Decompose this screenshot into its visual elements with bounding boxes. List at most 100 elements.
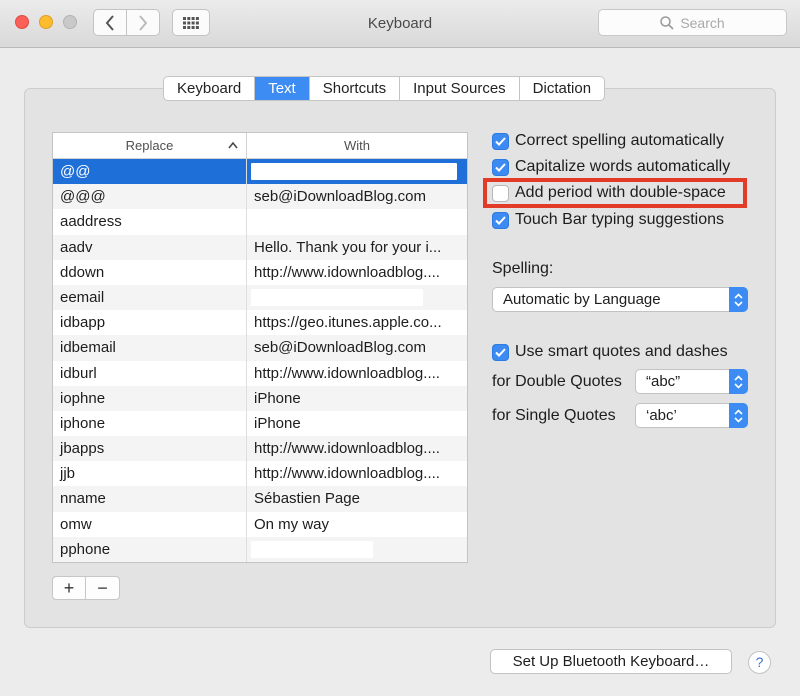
replace-cell: idbapp: [53, 310, 247, 336]
tab-input-sources[interactable]: Input Sources: [400, 77, 520, 100]
replace-cell: aaddress: [53, 209, 247, 235]
with-cell: seb@iDownloadBlog.com: [254, 339, 426, 357]
replace-cell: idbemail: [53, 335, 247, 361]
with-cell: [247, 285, 467, 310]
capitalize-checkbox[interactable]: [492, 158, 509, 176]
table-row[interactable]: aaddress: [53, 209, 467, 235]
title-bar: Keyboard Search: [0, 0, 800, 48]
table-row[interactable]: idbemail seb@iDownloadBlog.com: [53, 335, 467, 361]
spelling-popup-value: Automatic by Language: [503, 291, 661, 308]
with-cell: [247, 209, 467, 234]
single-quotes-value: ‘abc’: [646, 407, 677, 424]
replace-cell: nname: [53, 486, 247, 512]
setup-bluetooth-keyboard-button[interactable]: Set Up Bluetooth Keyboard…: [490, 649, 732, 674]
table-row[interactable]: ddown http://www.idownloadblog....: [53, 259, 467, 285]
table-row[interactable]: iophne iPhone: [53, 385, 467, 411]
search-field[interactable]: Search: [598, 9, 787, 36]
with-cell: http://www.idownloadblog....: [254, 440, 440, 458]
with-cell: [247, 537, 467, 562]
column-header-replace[interactable]: Replace: [53, 133, 247, 158]
smart-quotes-label: Use smart quotes and dashes: [515, 343, 728, 360]
table-row[interactable]: jjb http://www.idownloadblog....: [53, 461, 467, 487]
with-cell: Hello. Thank you for your i...: [254, 238, 442, 256]
tab-shortcuts[interactable]: Shortcuts: [310, 77, 401, 100]
updown-arrows-icon: [729, 287, 748, 312]
table-row[interactable]: omw On my way: [53, 511, 467, 537]
sort-ascending-icon: [228, 133, 238, 168]
touch-bar-label: Touch Bar typing suggestions: [515, 211, 725, 228]
redacted-block: [251, 288, 423, 306]
with-cell: seb@iDownloadBlog.com: [254, 188, 426, 206]
checkmark-icon: [495, 347, 506, 357]
replace-cell: jbapps: [53, 436, 247, 462]
table-row[interactable]: idburl http://www.idownloadblog....: [53, 360, 467, 386]
replace-cell: eemail: [53, 284, 247, 311]
touch-bar-option[interactable]: Touch Bar typing suggestions: [492, 211, 724, 229]
tab-keyboard[interactable]: Keyboard: [164, 77, 256, 100]
spelling-label: Spelling:: [492, 260, 554, 277]
table-row[interactable]: aadv Hello. Thank you for your i...: [53, 234, 467, 260]
correct-spelling-label: Correct spelling automatically: [515, 132, 724, 149]
double-space-option[interactable]: Add period with double-space: [492, 184, 726, 202]
double-quotes-label: for Double Quotes: [492, 373, 622, 390]
table-row[interactable]: pphone: [53, 536, 467, 562]
search-placeholder: Search: [680, 14, 725, 31]
table-row[interactable]: jbapps http://www.idownloadblog....: [53, 436, 467, 462]
redacted-block: [251, 163, 457, 180]
table-header: Replace With: [53, 133, 467, 159]
table-row[interactable]: nname Sébastien Page: [53, 486, 467, 512]
with-cell: http://www.idownloadblog....: [254, 364, 440, 382]
help-button[interactable]: ?: [748, 651, 771, 674]
table-row[interactable]: idbapp https://geo.itunes.apple.co...: [53, 310, 467, 336]
double-quotes-popup[interactable]: “abc”: [635, 369, 748, 394]
smart-quotes-option[interactable]: Use smart quotes and dashes: [492, 343, 728, 361]
with-cell: https://geo.itunes.apple.co...: [254, 314, 442, 332]
capitalize-option[interactable]: Capitalize words automatically: [492, 158, 730, 176]
smart-quotes-checkbox[interactable]: [492, 343, 509, 361]
double-quotes-value: “abc”: [646, 373, 681, 390]
table-row[interactable]: eemail: [53, 284, 467, 311]
correct-spelling-option[interactable]: Correct spelling automatically: [492, 132, 724, 150]
tab-bar: Keyboard Text Shortcuts Input Sources Di…: [163, 76, 606, 101]
updown-arrows-icon: [729, 403, 748, 428]
checkmark-icon: [495, 215, 506, 225]
table-row[interactable]: iphone iPhone: [53, 410, 467, 437]
updown-arrows-icon: [729, 369, 748, 394]
replace-cell: aadv: [53, 234, 247, 260]
text-replacement-table[interactable]: Replace With @@ @@@ seb@iDownloadBlog.co…: [52, 132, 468, 563]
table-row[interactable]: @@: [53, 159, 467, 185]
double-space-checkbox[interactable]: [492, 184, 509, 202]
checkmark-icon: [495, 162, 506, 172]
with-cell: http://www.idownloadblog....: [254, 263, 440, 281]
add-remove-control: + −: [52, 576, 120, 600]
remove-button[interactable]: −: [86, 577, 119, 599]
column-header-with[interactable]: With: [247, 133, 467, 158]
table-row[interactable]: @@@ seb@iDownloadBlog.com: [53, 184, 467, 210]
column-header-replace-label: Replace: [125, 138, 174, 153]
touch-bar-checkbox[interactable]: [492, 211, 509, 229]
table-body: @@ @@@ seb@iDownloadBlog.com aaddress aa…: [53, 159, 467, 562]
replace-cell: @@: [53, 159, 247, 185]
with-cell: [247, 159, 467, 184]
capitalize-label: Capitalize words automatically: [515, 158, 731, 175]
replace-cell: pphone: [53, 536, 247, 562]
replace-cell: idburl: [53, 360, 247, 386]
double-space-label: Add period with double-space: [515, 184, 726, 201]
replace-cell: jjb: [53, 461, 247, 487]
replace-cell: omw: [53, 511, 247, 537]
tab-dictation[interactable]: Dictation: [520, 77, 604, 100]
with-cell: iPhone: [254, 414, 301, 432]
search-icon: [660, 15, 674, 30]
replace-cell: iphone: [53, 410, 247, 437]
replace-cell: ddown: [53, 259, 247, 285]
replace-cell: @@@: [53, 184, 247, 210]
tab-text[interactable]: Text: [255, 77, 310, 100]
spelling-popup[interactable]: Automatic by Language: [492, 287, 748, 312]
add-button[interactable]: +: [53, 577, 86, 599]
redacted-block: [251, 540, 373, 558]
with-cell: Sébastien Page: [254, 490, 360, 508]
single-quotes-popup[interactable]: ‘abc’: [635, 403, 748, 428]
correct-spelling-checkbox[interactable]: [492, 132, 509, 150]
with-cell: http://www.idownloadblog....: [254, 465, 440, 483]
single-quotes-label: for Single Quotes: [492, 407, 616, 424]
